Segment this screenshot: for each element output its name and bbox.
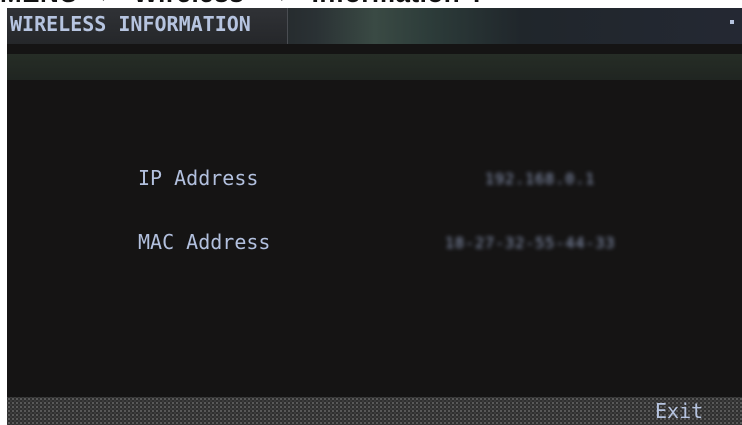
mac-address-label: MAC Address xyxy=(138,230,271,254)
ip-address-label: IP Address xyxy=(138,166,259,190)
exit-button[interactable]: Exit xyxy=(655,399,703,423)
status-dot-icon xyxy=(730,20,734,24)
footer-bar: Exit xyxy=(7,397,742,425)
ip-address-value: 192.168.0.1 xyxy=(485,170,596,188)
page-caption: MENU → "Wireless" → "Information". xyxy=(0,0,742,8)
mac-address-value: 18-27-32-55-44-33 xyxy=(445,234,616,252)
page-title: WIRELESS INFORMATION xyxy=(10,12,251,36)
device-screen: WIRELESS INFORMATION IP Address 192.168.… xyxy=(7,8,742,425)
title-bar: WIRELESS INFORMATION xyxy=(7,8,742,44)
title-tab: WIRELESS INFORMATION xyxy=(7,8,288,44)
sub-header-bar xyxy=(7,54,742,80)
